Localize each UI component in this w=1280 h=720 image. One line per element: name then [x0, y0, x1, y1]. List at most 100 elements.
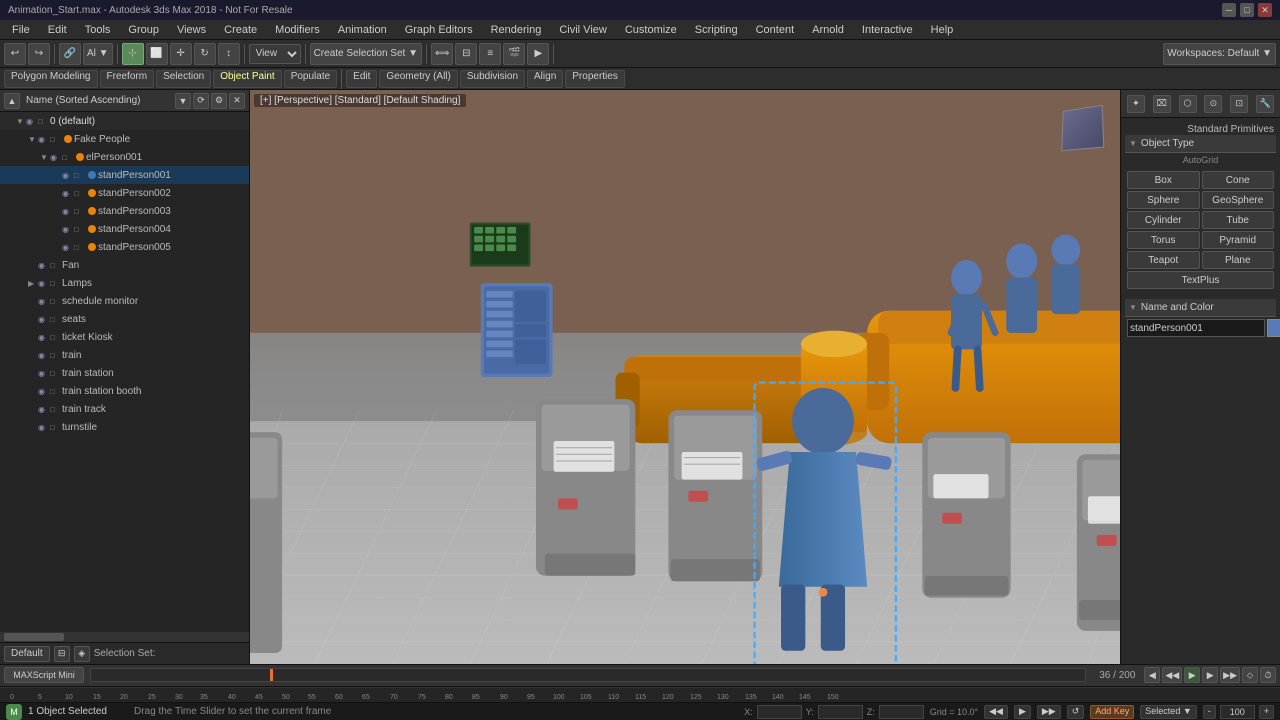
menu-scripting[interactable]: Scripting [687, 22, 746, 38]
timeline-ruler[interactable]: 0 5 10 15 20 25 30 35 40 45 50 55 60 65 … [0, 687, 1280, 703]
select-by-name-button[interactable]: 🔗 [59, 43, 81, 65]
tree-item-train-station[interactable]: ◉ □ train station [0, 364, 249, 382]
object-paint-tab[interactable]: Object Paint [213, 70, 281, 88]
vis-icon-train-track[interactable]: ◉ [38, 405, 50, 414]
undo-button[interactable]: ↩ [4, 43, 26, 65]
y-input[interactable] [818, 705, 863, 719]
next-key-btn[interactable]: ▶▶ [1037, 705, 1061, 719]
tree-item-train-station-booth[interactable]: ◉ □ train station booth [0, 382, 249, 400]
create-panel-btn[interactable]: ✦ [1127, 95, 1145, 113]
move-tool[interactable]: ✛ [170, 43, 192, 65]
teapot-button[interactable]: Teapot [1127, 251, 1200, 269]
menu-interactive[interactable]: Interactive [854, 22, 921, 38]
menu-rendering[interactable]: Rendering [483, 22, 550, 38]
lock-icon-lamps[interactable]: □ [50, 279, 62, 288]
timeline-track[interactable] [90, 668, 1086, 682]
menu-tools[interactable]: Tools [77, 22, 119, 38]
select-tool[interactable]: ⊹ [122, 43, 144, 65]
maximize-button[interactable]: □ [1240, 3, 1254, 17]
lock-icon-train-booth[interactable]: □ [50, 387, 62, 396]
lock-icon-train[interactable]: □ [50, 351, 62, 360]
menu-create[interactable]: Create [216, 22, 265, 38]
menu-civil-view[interactable]: Civil View [551, 22, 614, 38]
vis-icon-standperson005[interactable]: ◉ [62, 243, 74, 252]
menu-content[interactable]: Content [748, 22, 803, 38]
lock-icon-elperson001[interactable]: □ [62, 153, 74, 162]
textplus-button[interactable]: TextPlus [1127, 271, 1274, 289]
vis-icon-fan[interactable]: ◉ [38, 261, 50, 270]
menu-views[interactable]: Views [169, 22, 214, 38]
selection-filter[interactable]: Al ▼ [83, 43, 113, 65]
lock-icon-standperson002[interactable]: □ [74, 189, 86, 198]
menu-group[interactable]: Group [120, 22, 167, 38]
forward-btn[interactable]: ▶▶ [1220, 667, 1240, 683]
close-button[interactable]: ✕ [1258, 3, 1272, 17]
expand-icon-default[interactable]: ▼ [16, 117, 26, 126]
redo-button[interactable]: ↪ [28, 43, 50, 65]
menu-arnold[interactable]: Arnold [804, 22, 852, 38]
layer-icon[interactable]: ⊟ [54, 646, 70, 662]
scene-scrollbar[interactable] [0, 632, 249, 642]
close-panel-icon[interactable]: ✕ [229, 93, 245, 109]
polygon-modeling-tab[interactable]: Polygon Modeling [4, 70, 98, 88]
name-color-header[interactable]: Name and Color [1125, 299, 1276, 317]
plane-button[interactable]: Plane [1202, 251, 1275, 269]
tree-item-default[interactable]: ▼ ◉ □ 0 (default) [0, 112, 249, 130]
motion-panel-btn[interactable]: ⊙ [1204, 95, 1222, 113]
vis-icon-standperson002[interactable]: ◉ [62, 189, 74, 198]
select-region[interactable]: ⬜ [146, 43, 168, 65]
loop-btn[interactable]: ↺ [1067, 705, 1085, 719]
prev-frame-btn[interactable]: ◀ [1144, 667, 1160, 683]
tree-item-lamps[interactable]: ▶ ◉ □ Lamps [0, 274, 249, 292]
modify-panel-btn[interactable]: ⌧ [1153, 95, 1171, 113]
vis-icon-ticket[interactable]: ◉ [38, 333, 50, 342]
tree-item-train[interactable]: ◉ □ train [0, 346, 249, 364]
lock-icon-standperson001[interactable]: □ [74, 171, 86, 180]
zoom-out-btn[interactable]: - [1203, 705, 1216, 719]
vis-icon-train-station[interactable]: ◉ [38, 369, 50, 378]
vis-icon-schedule[interactable]: ◉ [38, 297, 50, 306]
vis-icon-fake-people[interactable]: ◉ [38, 135, 50, 144]
maxscript-mini-label[interactable]: MAXScript Mini [4, 667, 84, 683]
vis-icon-turnstile[interactable]: ◉ [38, 423, 50, 432]
prev-key-btn[interactable]: ◀◀ [984, 705, 1008, 719]
quick-render[interactable]: ▶ [527, 43, 549, 65]
play-btn[interactable]: ▶ [1184, 667, 1200, 683]
selection-tab[interactable]: Selection [156, 70, 211, 88]
populate-tab[interactable]: Populate [284, 70, 337, 88]
color-swatch[interactable] [1267, 319, 1280, 337]
add-key-btn[interactable]: Add Key [1090, 705, 1134, 719]
menu-modifiers[interactable]: Modifiers [267, 22, 328, 38]
vis-icon-train[interactable]: ◉ [38, 351, 50, 360]
filter-icon[interactable]: ▼ [175, 93, 191, 109]
expand-icon-fake-people[interactable]: ▼ [28, 135, 38, 144]
lock-icon-schedule[interactable]: □ [50, 297, 62, 306]
render-setup[interactable]: 🎬 [503, 43, 525, 65]
zoom-input[interactable] [1220, 705, 1255, 719]
rewind-btn[interactable]: ◀◀ [1162, 667, 1182, 683]
tree-item-standperson001[interactable]: ◉ □ standPerson001 [0, 166, 249, 184]
utilities-panel-btn[interactable]: 🔧 [1256, 95, 1274, 113]
time-config-btn[interactable]: ⏱ [1260, 667, 1276, 683]
lock-icon-default[interactable]: □ [38, 117, 50, 126]
scale-tool[interactable]: ↕ [218, 43, 240, 65]
expand-icon-elperson001[interactable]: ▼ [40, 153, 50, 162]
vis-icon-standperson001[interactable]: ◉ [62, 171, 74, 180]
lock-icon-train-station[interactable]: □ [50, 369, 62, 378]
selection-set[interactable]: Create Selection Set ▼ [310, 43, 422, 65]
zoom-in-btn[interactable]: + [1259, 705, 1274, 719]
lock-icon-standperson005[interactable]: □ [74, 243, 86, 252]
menu-graph-editors[interactable]: Graph Editors [397, 22, 481, 38]
vis-icon-standperson004[interactable]: ◉ [62, 225, 74, 234]
time-slider[interactable] [270, 669, 273, 681]
x-input[interactable] [757, 705, 802, 719]
align-tab[interactable]: Align [527, 70, 563, 88]
geosphere-button[interactable]: GeoSphere [1202, 191, 1275, 209]
viewport-3d[interactable]: [+] [Perspective] [Standard] [Default Sh… [250, 90, 1120, 664]
tree-item-standperson003[interactable]: ◉ □ standPerson003 [0, 202, 249, 220]
pyramid-button[interactable]: Pyramid [1202, 231, 1275, 249]
tree-item-standperson004[interactable]: ◉ □ standPerson004 [0, 220, 249, 238]
tree-item-elperson001[interactable]: ▼ ◉ □ elPerson001 [0, 148, 249, 166]
key-mode-btn[interactable]: ⬦ [1242, 667, 1258, 683]
tree-item-turnstile[interactable]: ◉ □ turnstile [0, 418, 249, 436]
